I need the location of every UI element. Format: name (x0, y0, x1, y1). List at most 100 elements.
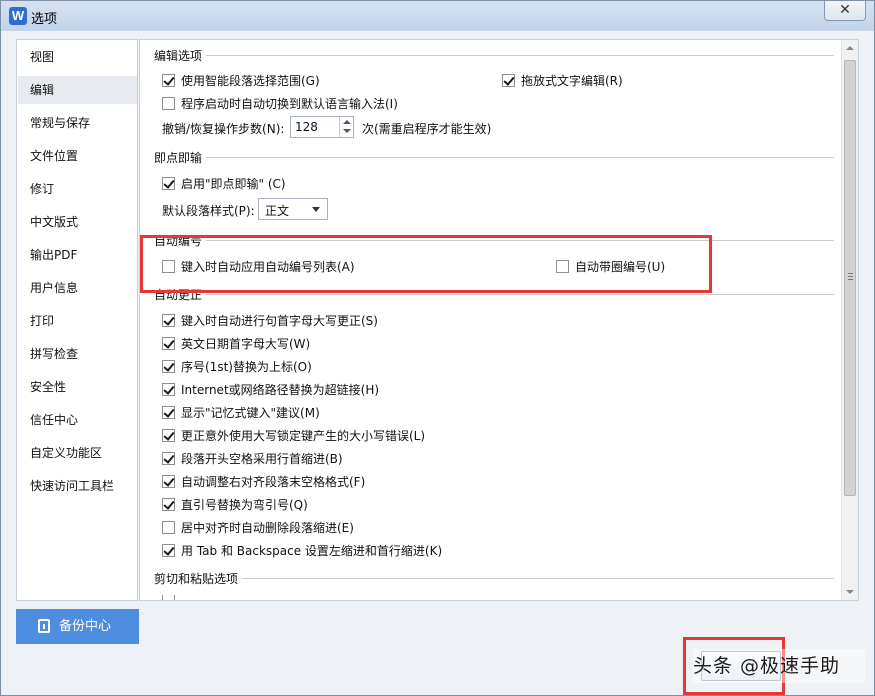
autocorrect-checkbox[interactable] (162, 543, 175, 557)
drag-drop-label: 拖放式文字编辑(R) (521, 73, 623, 88)
grip-line (848, 276, 853, 277)
autocorrect-label: 居中对齐时自动删除段落缩进(E) (181, 520, 354, 535)
scroll-up-icon[interactable] (846, 46, 854, 50)
watermark-text: 头条 @极速手助 (693, 649, 865, 683)
autocorrect-option[interactable]: 英文日期首字母大写(W) (162, 334, 310, 352)
autocorrect-option[interactable]: Internet或网络路径替换为超链接(H) (162, 380, 379, 398)
autocorrect-checkbox[interactable] (162, 336, 175, 350)
sidebar-item-trust-center[interactable]: 信任中心 (18, 406, 137, 434)
auto-ime-option[interactable]: 程序启动时自动切换到默认语言输入法(I) (162, 94, 398, 112)
scroll-down-icon[interactable] (846, 590, 854, 594)
autocorrect-option[interactable]: 序号(1st)替换为上标(O) (162, 357, 312, 375)
autocorrect-option[interactable]: 用 Tab 和 Backspace 设置左缩进和首行缩进(K) (162, 541, 442, 559)
default-style-value: 正文 (265, 204, 290, 218)
drag-drop-checkbox[interactable] (502, 73, 515, 87)
cut-paste-checkbox[interactable] (162, 595, 175, 600)
sidebar-item-revision[interactable]: 修订 (18, 175, 137, 203)
autocorrect-option[interactable]: 更正意外使用大写锁定键产生的大小写错误(L) (162, 426, 425, 444)
drag-drop-option[interactable]: 拖放式文字编辑(R) (502, 71, 623, 89)
autocorrect-label: 键入时自动进行句首字母大写更正(S) (181, 313, 378, 328)
sidebar-item-quick-access-toolbar[interactable]: 快速访问工具栏 (18, 472, 137, 500)
section-title-edit-options: 编辑选项 (154, 47, 207, 64)
sidebar-item-user-info[interactable]: 用户信息 (18, 274, 137, 302)
title-bar: W 选项 ✕ (1, 1, 874, 31)
autocorrect-checkbox[interactable] (162, 359, 175, 373)
smart-select-label: 使用智能段落选择范围(G) (181, 73, 320, 88)
spinner-down-icon[interactable] (343, 129, 351, 133)
section-divider (154, 294, 834, 295)
section-divider (154, 578, 834, 579)
autocorrect-label: 英文日期首字母大写(W) (181, 336, 311, 351)
autocorrect-label: Internet或网络路径替换为超链接(H) (181, 382, 380, 397)
autocorrect-option[interactable]: 段落开头空格采用行首缩进(B) (162, 449, 343, 467)
section-title-auto-number: 自动编号 (154, 232, 207, 249)
sidebar-item-spell-check[interactable]: 拼写检查 (18, 340, 137, 368)
backup-center-button[interactable]: 备份中心 (16, 609, 139, 644)
instant-input-option[interactable]: 启用"即点即输" (C) (162, 174, 286, 192)
instant-input-checkbox[interactable] (162, 176, 175, 190)
section-divider (154, 240, 834, 241)
autocorrect-label: 直引号替换为弯引号(Q) (181, 497, 308, 512)
spinner-up-icon[interactable] (343, 120, 351, 124)
content-scrollbar[interactable] (841, 40, 858, 600)
section-title-autocorrect: 自动更正 (154, 286, 207, 303)
autocorrect-checkbox[interactable] (162, 451, 175, 465)
sidebar-item-customize-ribbon[interactable]: 自定义功能区 (18, 439, 137, 467)
auto-list-option[interactable]: 键入时自动应用自动编号列表(A) (162, 257, 355, 275)
autocorrect-label: 显示"记忆式键入"建议(M) (181, 405, 320, 420)
sidebar-item-print[interactable]: 打印 (18, 307, 137, 335)
autocorrect-checkbox[interactable] (162, 474, 175, 488)
circled-number-checkbox[interactable] (556, 259, 569, 273)
autocorrect-checkbox[interactable] (162, 520, 175, 534)
wps-app-icon: W (9, 7, 27, 25)
autocorrect-option[interactable]: 居中对齐时自动删除段落缩进(E) (162, 518, 354, 536)
options-dialog: W 选项 ✕ 视图 编辑 常规与保存 文件位置 修订 中文版式 输出PDF 用户… (0, 0, 875, 696)
auto-ime-label: 程序启动时自动切换到默认语言输入法(I) (181, 96, 398, 111)
auto-ime-checkbox[interactable] (162, 96, 175, 110)
instant-input-label: 启用"即点即输" (C) (181, 176, 286, 191)
sidebar-item-general-save[interactable]: 常规与保存 (18, 109, 137, 137)
auto-list-checkbox[interactable] (162, 259, 175, 273)
grip-line (848, 279, 853, 280)
undo-steps-value: 128 (295, 120, 318, 134)
autocorrect-label: 更正意外使用大写锁定键产生的大小写错误(L) (181, 428, 426, 443)
autocorrect-option[interactable]: 自动调整右对齐段落末空格格式(F) (162, 472, 365, 490)
autocorrect-option[interactable]: 键入时自动进行句首字母大写更正(S) (162, 311, 378, 329)
autocorrect-option[interactable]: 直引号替换为弯引号(Q) (162, 495, 308, 513)
section-title-cut-paste: 剪切和粘贴选项 (154, 570, 243, 587)
circled-number-option[interactable]: 自动带圈编号(U) (556, 257, 665, 275)
sidebar-item-export-pdf[interactable]: 输出PDF (18, 241, 137, 269)
autocorrect-label: 段落开头空格采用行首缩进(B) (181, 451, 343, 466)
undo-steps-note: 次(需重启程序才能生效) (362, 121, 492, 136)
spinner-arrows[interactable] (339, 117, 353, 137)
undo-steps-spinner[interactable]: 128 (290, 116, 354, 138)
sidebar-item-edit[interactable]: 编辑 (18, 76, 137, 104)
section-title-instant-input: 即点即输 (154, 149, 207, 166)
autocorrect-checkbox[interactable] (162, 405, 175, 419)
sidebar-item-file-location[interactable]: 文件位置 (18, 142, 137, 170)
autocorrect-checkbox[interactable] (162, 313, 175, 327)
scrollbar-thumb[interactable] (844, 60, 856, 496)
dialog-title: 选项 (31, 12, 58, 27)
close-button[interactable]: ✕ (824, 1, 866, 21)
autocorrect-checkbox[interactable] (162, 497, 175, 511)
chevron-down-icon (312, 207, 320, 212)
autocorrect-option[interactable]: 显示"记忆式键入"建议(M) (162, 403, 320, 421)
autocorrect-checkbox[interactable] (162, 382, 175, 396)
autocorrect-label: 自动调整右对齐段落末空格格式(F) (181, 474, 366, 489)
smart-select-option[interactable]: 使用智能段落选择范围(G) (162, 71, 320, 89)
grip-line (848, 273, 853, 274)
sidebar-item-chinese-layout[interactable]: 中文版式 (18, 208, 137, 236)
default-style-select[interactable]: 正文 (258, 198, 328, 220)
backup-center-label: 备份中心 (59, 619, 112, 634)
section-divider (154, 55, 834, 56)
sidebar-item-security[interactable]: 安全性 (18, 373, 137, 401)
autocorrect-label: 用 Tab 和 Backspace 设置左缩进和首行缩进(K) (181, 543, 443, 558)
close-icon: ✕ (839, 2, 851, 18)
smart-select-checkbox[interactable] (162, 73, 175, 87)
backup-icon (38, 619, 50, 633)
sidebar-item-view[interactable]: 视图 (18, 43, 137, 71)
auto-list-label: 键入时自动应用自动编号列表(A) (181, 259, 355, 274)
autocorrect-checkbox[interactable] (162, 428, 175, 442)
circled-number-label: 自动带圈编号(U) (575, 259, 666, 274)
